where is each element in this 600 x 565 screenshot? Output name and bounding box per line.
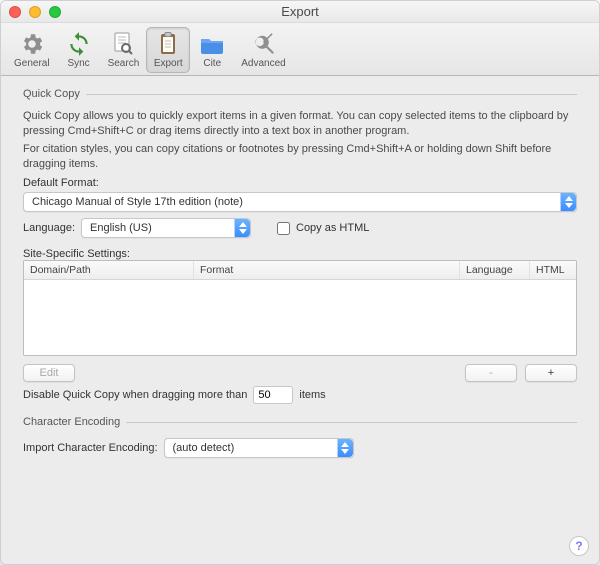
col-domain[interactable]: Domain/Path: [24, 261, 194, 279]
language-select[interactable]: English (US): [81, 218, 251, 238]
tab-label: Sync: [67, 58, 89, 69]
preferences-window: Export General Sync Search Export: [0, 0, 600, 565]
folder-icon: [198, 30, 226, 58]
tab-cite[interactable]: Cite: [190, 27, 234, 73]
character-encoding-section: Character Encoding Import Character Enco…: [23, 416, 577, 462]
window-controls: [9, 6, 61, 18]
prefs-toolbar: General Sync Search Export Cite: [1, 23, 599, 76]
import-encoding-label: Import Character Encoding:: [23, 442, 158, 454]
language-label: Language:: [23, 222, 75, 234]
sync-icon: [65, 30, 93, 58]
tools-icon: [250, 30, 278, 58]
site-settings-label: Site-Specific Settings:: [23, 248, 577, 260]
disable-threshold-input[interactable]: [253, 386, 293, 404]
default-format-label: Default Format:: [23, 177, 577, 189]
col-language[interactable]: Language: [460, 261, 530, 279]
site-settings-header: Domain/Path Format Language HTML: [24, 261, 576, 280]
copy-as-html-checkbox[interactable]: [277, 222, 290, 235]
character-encoding-legend: Character Encoding: [23, 416, 126, 428]
titlebar: Export: [1, 1, 599, 23]
col-format[interactable]: Format: [194, 261, 460, 279]
gear-icon: [18, 30, 46, 58]
tab-label: General: [14, 58, 50, 69]
edit-site-button[interactable]: Edit: [23, 364, 75, 382]
quick-copy-legend: Quick Copy: [23, 88, 86, 100]
window-title: Export: [9, 4, 591, 19]
copy-as-html-label: Copy as HTML: [296, 222, 369, 234]
import-encoding-select[interactable]: (auto detect): [164, 438, 354, 458]
zoom-window-button[interactable]: [49, 6, 61, 18]
default-format-select[interactable]: Chicago Manual of Style 17th edition (no…: [23, 192, 577, 212]
col-html[interactable]: HTML: [530, 261, 576, 279]
search-doc-icon: [109, 30, 137, 58]
content-area: Quick Copy Quick Copy allows you to quic…: [1, 76, 599, 564]
chevron-updown-icon: [560, 193, 576, 211]
help-button[interactable]: ?: [569, 536, 589, 556]
quick-copy-description-2: For citation styles, you can copy citati…: [23, 142, 577, 172]
tab-label: Export: [154, 58, 183, 69]
tab-general[interactable]: General: [7, 27, 57, 73]
chevron-updown-icon: [337, 439, 353, 457]
language-value: English (US): [90, 222, 152, 234]
tab-label: Cite: [203, 58, 221, 69]
default-format-value: Chicago Manual of Style 17th edition (no…: [32, 196, 243, 208]
tab-label: Search: [108, 58, 140, 69]
quick-copy-section: Quick Copy Quick Copy allows you to quic…: [23, 88, 577, 408]
tab-advanced[interactable]: Advanced: [234, 27, 292, 73]
chevron-updown-icon: [234, 219, 250, 237]
add-site-button[interactable]: +: [525, 364, 577, 382]
remove-site-button[interactable]: -: [465, 364, 517, 382]
import-encoding-value: (auto detect): [173, 442, 235, 454]
tab-export[interactable]: Export: [146, 27, 190, 73]
quick-copy-description-1: Quick Copy allows you to quickly export …: [23, 109, 577, 139]
minimize-window-button[interactable]: [29, 6, 41, 18]
tab-label: Advanced: [241, 58, 285, 69]
clipboard-icon: [154, 30, 182, 58]
tab-sync[interactable]: Sync: [57, 27, 101, 73]
tab-search[interactable]: Search: [101, 27, 147, 73]
disable-quickcopy-suffix: items: [299, 389, 325, 401]
site-settings-table[interactable]: Domain/Path Format Language HTML: [23, 260, 577, 356]
close-window-button[interactable]: [9, 6, 21, 18]
disable-quickcopy-prefix: Disable Quick Copy when dragging more th…: [23, 389, 247, 401]
